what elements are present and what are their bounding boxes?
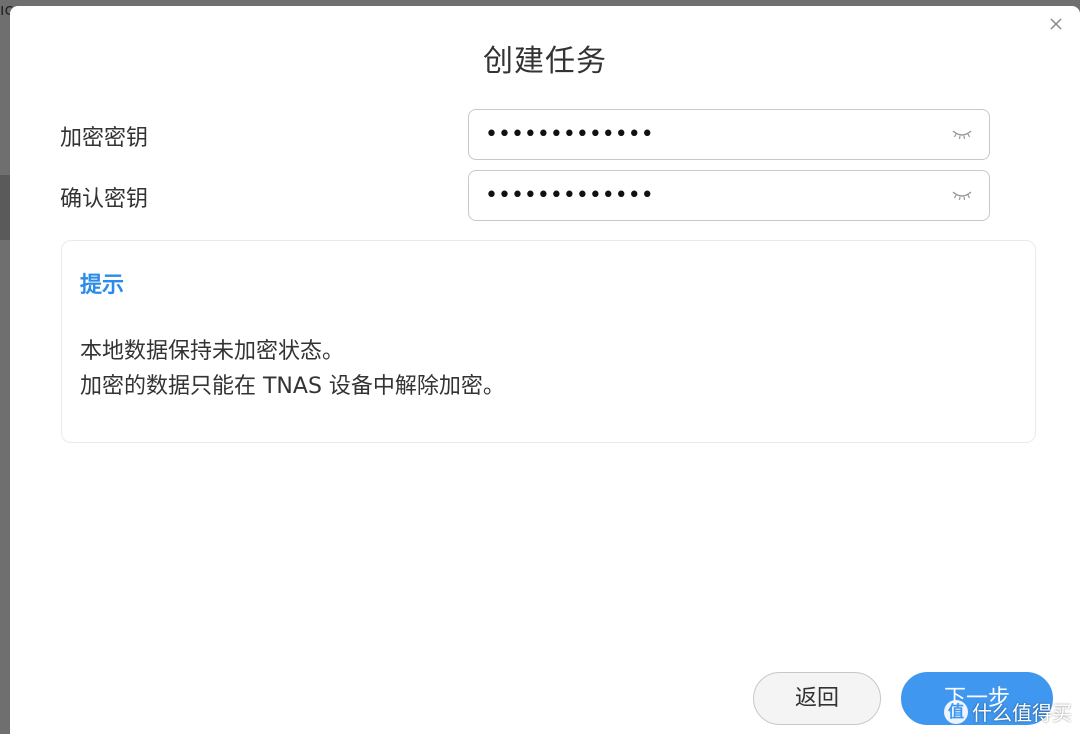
dialog-title: 创建任务 (483, 44, 607, 79)
confirm-key-input[interactable]: ••••••••••••• (468, 170, 990, 221)
confirm-key-value: ••••••••••••• (485, 183, 654, 208)
show-confirm-password-toggle[interactable] (951, 187, 973, 203)
watermark-text: 什么值得买 (972, 701, 1072, 725)
tip-line-local-data: 本地数据保持未加密状态。 (80, 339, 345, 364)
tip-line-decrypt-on-tnas: 加密的数据只能在 TNAS 设备中解除加密。 (80, 374, 505, 399)
eye-closed-icon (952, 191, 972, 201)
encryption-key-value: ••••••••••••• (485, 122, 654, 147)
close-button[interactable] (1046, 14, 1066, 34)
create-task-dialog: 创建任务 加密密钥 ••••••••••••• 确认密钥 •••••••••••… (10, 6, 1080, 734)
tip-box: 提示 本地数据保持未加密状态。 加密的数据只能在 TNAS 设备中解除加密。 (61, 240, 1036, 443)
tip-title: 提示 (80, 273, 125, 298)
eye-closed-icon (952, 130, 972, 140)
confirm-key-label: 确认密钥 (60, 187, 149, 212)
close-icon (1050, 18, 1062, 30)
encryption-key-input[interactable]: ••••••••••••• (468, 109, 990, 160)
watermark-badge: 值 (944, 699, 968, 724)
background-strip (0, 175, 10, 240)
show-password-toggle[interactable] (951, 126, 973, 142)
watermark: 值 什么值得买 (944, 697, 1072, 726)
encryption-key-label: 加密密钥 (60, 126, 149, 151)
back-button[interactable]: 返回 (753, 672, 881, 725)
